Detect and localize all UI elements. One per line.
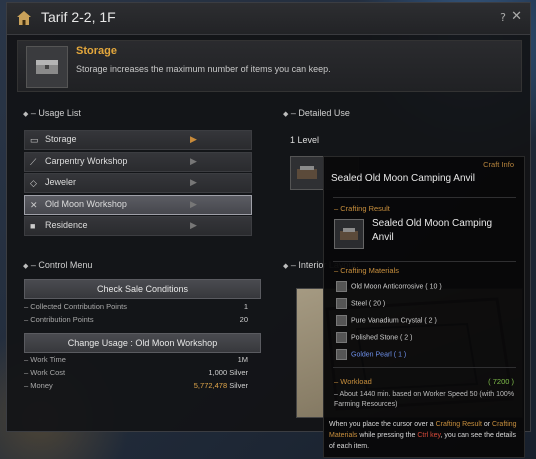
detailed-use-header-label: – Detailed Use	[290, 108, 350, 118]
material-icon	[336, 332, 347, 343]
material-label: Pure Vanadium Crystal ( 2 )	[351, 317, 437, 325]
material-icon	[336, 281, 347, 292]
hint-ctrl-key: Ctrl key	[417, 432, 441, 439]
change-usage-button[interactable]: Change Usage : Old Moon Workshop	[24, 333, 261, 353]
material-label: Polished Stone ( 2 )	[351, 334, 413, 342]
hint-crafting-result: Crafting Result	[435, 421, 482, 428]
workload-value: ( 7200 )	[488, 377, 514, 386]
usage-item-old-moon-workshop[interactable]: ✕ Old Moon Workshop ▶	[24, 194, 252, 215]
contribution-points-label: – Contribution Points	[24, 315, 94, 324]
home-icon	[17, 11, 31, 25]
work-cost-amount: 1,000	[208, 368, 228, 377]
info-title: Storage	[76, 45, 117, 57]
divider	[333, 367, 516, 368]
usage-list-header-label: – Usage List	[30, 108, 81, 118]
usage-item-storage[interactable]: ▭ Storage ▶	[24, 130, 252, 150]
info-description: Storage increases the maximum number of …	[76, 64, 331, 74]
money-unit: Silver	[229, 381, 248, 390]
storage-chest-icon	[26, 46, 68, 88]
collected-contribution-label: – Collected Contribution Points	[24, 302, 127, 311]
building-info-panel: Storage Storage increases the maximum nu…	[17, 40, 522, 92]
play-arrow-icon[interactable]: ▶	[190, 156, 197, 167]
material-item[interactable]: Golden Pearl ( 1 )	[336, 349, 406, 363]
tooltip-item-name: Sealed Old Moon Camping Anvil	[331, 173, 475, 184]
material-item[interactable]: Steel ( 20 )	[336, 298, 385, 312]
material-label: Steel ( 20 )	[351, 300, 386, 308]
material-label: Old Moon Anticorrosive ( 10 )	[351, 283, 442, 291]
money-label: – Money	[24, 381, 53, 390]
detailed-use-header: ◆ – Detailed Use	[283, 108, 350, 118]
money-row: – Money 5,772,478 Silver	[24, 381, 252, 393]
contribution-points-value: 20	[239, 315, 248, 324]
divider	[333, 261, 516, 262]
hint-text-3: while pressing the	[357, 432, 418, 439]
collected-contribution-row: – Collected Contribution Points 1	[24, 302, 252, 314]
usage-item-label: Carpentry Workshop	[45, 155, 128, 166]
crafting-result-slot[interactable]	[334, 219, 364, 249]
usage-list: ▭ Storage ▶ ⟋ Carpentry Workshop ▶ ◇ Jeweler ▶ ✕ O…	[24, 130, 252, 238]
workload-description: – About 1440 min. based on Worker Speed …	[334, 391, 515, 408]
usage-list-header: ◆ – Usage List	[23, 108, 81, 118]
help-icon[interactable]: ?	[500, 11, 506, 24]
work-cost-unit: Silver	[229, 368, 248, 377]
usage-item-residence[interactable]: ■ Residence ▶	[24, 216, 252, 236]
control-menu-header: ◆ – Control Menu	[23, 260, 93, 270]
play-arrow-icon[interactable]: ▶	[190, 220, 197, 231]
usage-item-jeweler[interactable]: ◇ Jeweler ▶	[24, 173, 252, 193]
money-amount: 5,772,478	[193, 381, 228, 390]
work-time-value: 1M	[237, 355, 248, 364]
craft-item-slot-anvil[interactable]	[290, 156, 324, 190]
material-icon	[336, 349, 347, 360]
tools-icon: ✕	[30, 199, 38, 210]
storage-icon: ▭	[30, 135, 39, 145]
play-arrow-icon[interactable]: ▶	[190, 177, 197, 188]
workload-header: – Workload	[334, 377, 372, 386]
work-time-row: – Work Time 1M	[24, 355, 252, 367]
divider	[333, 197, 516, 198]
anvil-icon	[340, 228, 358, 240]
material-icon	[336, 315, 347, 326]
money-value: 5,772,478 Silver	[194, 381, 248, 390]
residence-icon: ■	[30, 221, 36, 231]
work-time-label: – Work Time	[24, 355, 66, 364]
close-icon[interactable]: ✕	[511, 9, 522, 24]
anvil-icon	[297, 166, 317, 179]
usage-item-label: Storage	[45, 134, 77, 144]
contribution-points-row: – Contribution Points 20	[24, 315, 252, 327]
usage-item-label: Jeweler	[45, 177, 77, 187]
title-bar[interactable]: Tarif 2-2, 1F ? ✕	[7, 3, 530, 35]
control-menu-header-label: – Control Menu	[30, 260, 93, 270]
work-cost-row: – Work Cost 1,000 Silver	[24, 368, 252, 380]
play-arrow-icon[interactable]: ▶	[190, 134, 197, 145]
crafting-result-header: – Crafting Result	[334, 204, 390, 213]
hint-text-2: or	[481, 421, 493, 428]
play-arrow-icon[interactable]: ▶	[190, 199, 197, 210]
craft-info-label: Craft Info	[483, 160, 514, 169]
crafting-result-name: Sealed Old Moon Camping Anvil	[372, 218, 493, 243]
material-item[interactable]: Polished Stone ( 2 )	[336, 332, 412, 346]
check-sale-conditions-button[interactable]: Check Sale Conditions	[24, 279, 261, 299]
material-item[interactable]: Pure Vanadium Crystal ( 2 )	[336, 315, 437, 329]
work-cost-label: – Work Cost	[24, 368, 66, 377]
crafting-materials-header: – Crafting Materials	[334, 266, 400, 275]
usage-item-label: Residence	[45, 220, 88, 230]
crafting-tooltip: Craft Info Sealed Old Moon Camping Anvil…	[323, 156, 525, 458]
hint-text-1: When you place the cursor over a	[329, 421, 436, 428]
usage-item-carpentry-workshop[interactable]: ⟋ Carpentry Workshop ▶	[24, 151, 252, 172]
collected-contribution-value: 1	[243, 302, 248, 311]
material-icon	[336, 298, 347, 309]
work-cost-value: 1,000 Silver	[208, 368, 248, 377]
material-item[interactable]: Old Moon Anticorrosive ( 10 )	[336, 281, 442, 295]
window-title: Tarif 2-2, 1F	[41, 9, 116, 25]
level-label: 1 Level	[290, 135, 320, 145]
material-label: Golden Pearl ( 1 )	[351, 351, 407, 359]
saw-icon: ⟋	[30, 156, 37, 167]
tooltip-hint: When you place the cursor over a Craftin…	[329, 419, 521, 452]
usage-item-label: Old Moon Workshop	[45, 198, 127, 209]
gem-icon: ◇	[30, 178, 37, 188]
